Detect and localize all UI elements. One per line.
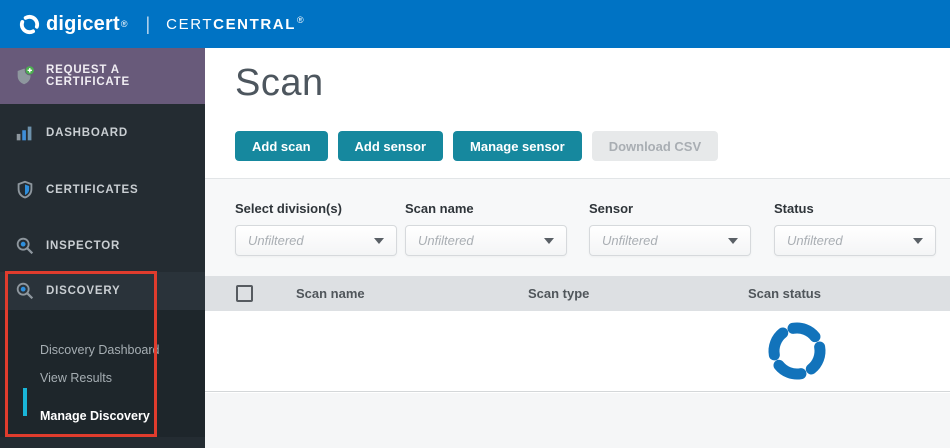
filter-label: Select division(s): [235, 201, 342, 216]
table-header: Scan name Scan type Scan status: [205, 276, 950, 311]
sidebar-item-discovery[interactable]: DISCOVERY: [0, 272, 205, 310]
table-footer-area: [205, 393, 950, 448]
filter-label: Sensor: [589, 201, 634, 216]
dropdown-value: Unfiltered: [248, 233, 304, 248]
select-all-checkbox[interactable]: [236, 285, 253, 302]
brand-registered-mark: ®: [120, 19, 128, 29]
add-sensor-button[interactable]: Add sensor: [337, 131, 444, 161]
main-content: Scan Add scan Add sensor Manage sensor D…: [205, 48, 950, 448]
filter-bar: Select division(s) Unfiltered Scan name …: [205, 178, 950, 276]
dropdown-value: Unfiltered: [787, 233, 843, 248]
column-header-scan-name: Scan name: [296, 286, 365, 301]
product-registered-mark: ®: [297, 15, 306, 25]
submenu-item-manage-discovery[interactable]: Manage Discovery: [0, 401, 205, 431]
filter-label: Scan name: [405, 201, 474, 216]
chevron-down-icon: [544, 237, 554, 244]
magnifier-icon: [16, 282, 34, 300]
manage-sensor-button[interactable]: Manage sensor: [453, 131, 582, 161]
shield-icon: [17, 180, 33, 199]
brand-divider: |: [145, 13, 151, 34]
dropdown-value: Unfiltered: [602, 233, 658, 248]
sidebar-item-label: INSPECTOR: [46, 240, 121, 252]
sidebar-item-label: DISCOVERY: [46, 285, 121, 297]
sidebar-item-label: REQUEST A CERTIFICATE: [46, 64, 130, 88]
sidebar-item-inspector[interactable]: INSPECTOR: [0, 218, 205, 274]
top-bar: digicert ® | CERTCENTRAL®: [0, 0, 950, 48]
shield-plus-icon: [17, 65, 35, 85]
product-name: CERTCENTRAL®: [166, 15, 305, 33]
submenu-item-label: Discovery Dashboard: [40, 343, 160, 357]
submenu-item-label: View Results: [40, 371, 113, 385]
scan-name-dropdown[interactable]: Unfiltered: [405, 225, 567, 256]
magnifier-icon: [16, 237, 34, 255]
dropdown-value: Unfiltered: [418, 233, 474, 248]
product-cert: CERT: [166, 16, 214, 33]
add-scan-button[interactable]: Add scan: [235, 131, 328, 161]
product-central: CENTRAL: [213, 16, 297, 33]
active-item-indicator: [23, 388, 27, 416]
bar-chart-icon: [16, 126, 32, 141]
page-title: Scan: [235, 62, 324, 104]
digicert-logo[interactable]: digicert ®: [18, 13, 127, 36]
submenu-item-discovery-dashboard[interactable]: Discovery Dashboard: [0, 335, 205, 365]
digicert-swoosh-icon: [19, 14, 40, 34]
certcentral-app: digicert ® | CERTCENTRAL® REQUEST A CERT…: [0, 0, 950, 448]
toolbar: Add scan Add sensor Manage sensor Downlo…: [235, 131, 719, 161]
submenu-item-view-results[interactable]: View Results: [0, 363, 205, 393]
sidebar-nav: REQUEST A CERTIFICATE DASHBOARD CERTIFIC…: [0, 48, 205, 448]
sidebar-item-label: DASHBOARD: [46, 127, 128, 139]
sidebar-item-label: CERTIFICATES: [46, 184, 139, 196]
chevron-down-icon: [728, 237, 738, 244]
submenu-item-label: Manage Discovery: [40, 409, 150, 423]
loading-spinner-icon: [768, 322, 826, 380]
sidebar-item-request-a-certificate[interactable]: REQUEST A CERTIFICATE: [0, 48, 205, 104]
column-header-scan-type: Scan type: [528, 286, 590, 301]
table-body: [205, 311, 950, 392]
sidebar-item-certificates[interactable]: CERTIFICATES: [0, 162, 205, 218]
column-header-scan-status: Scan status: [748, 286, 821, 301]
sensor-dropdown[interactable]: Unfiltered: [589, 225, 751, 256]
download-csv-button[interactable]: Download CSV: [591, 131, 719, 161]
chevron-down-icon: [913, 237, 923, 244]
chevron-down-icon: [374, 237, 384, 244]
filter-label: Status: [774, 201, 814, 216]
discovery-submenu: Discovery Dashboard View Results Manage …: [0, 310, 205, 437]
division-dropdown[interactable]: Unfiltered: [235, 225, 397, 256]
brand-name: digicert: [46, 12, 120, 35]
status-dropdown[interactable]: Unfiltered: [774, 225, 936, 256]
sidebar-item-dashboard[interactable]: DASHBOARD: [0, 105, 205, 161]
